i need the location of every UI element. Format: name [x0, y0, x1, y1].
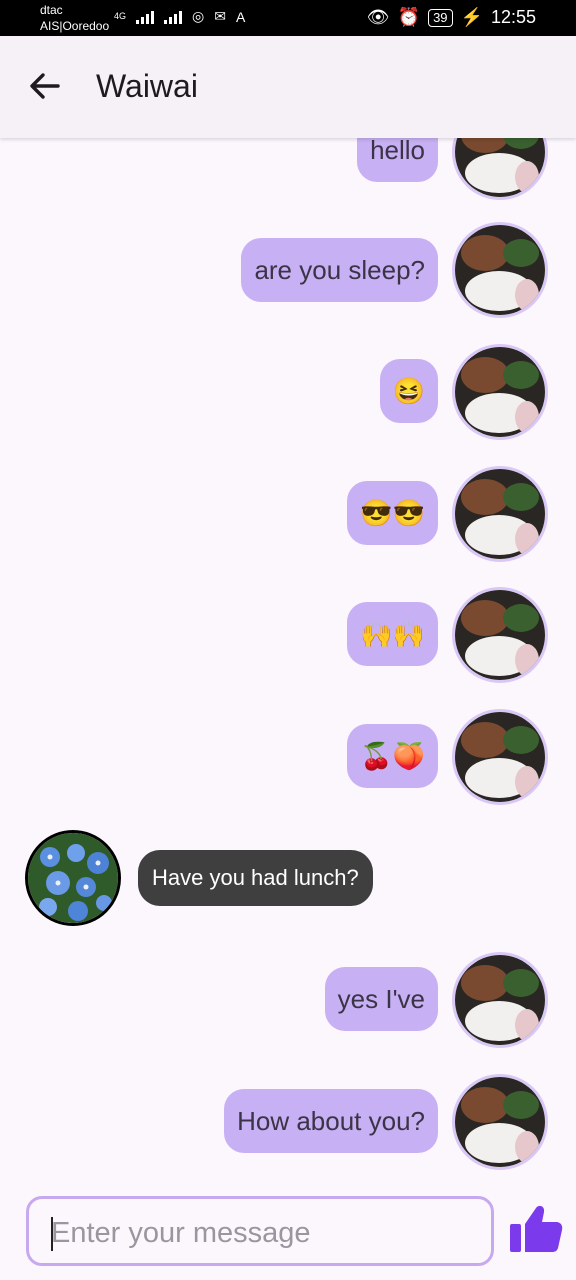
message-bubble[interactable]: 🙌🙌	[347, 602, 438, 666]
status-bar: dtac AIS|Ooredoo 4G ◎ ✉ A 👁 ⏰ 39 ⚡ 12:55	[0, 0, 576, 36]
message-input[interactable]: Enter your message	[26, 1196, 494, 1266]
message-bubble[interactable]: 🍒🍑	[347, 724, 438, 788]
message-bubble[interactable]: Have you had lunch?	[138, 850, 373, 906]
network-type: 4G	[114, 11, 127, 21]
message-row: yes I've	[0, 952, 576, 1052]
message-placeholder: Enter your message	[51, 1217, 311, 1249]
food-photo-avatar	[455, 347, 545, 437]
signal-icon-2	[164, 10, 183, 24]
message-bubble[interactable]: 😎😎	[347, 481, 438, 545]
back-button[interactable]	[26, 67, 64, 105]
food-photo-avatar	[455, 712, 545, 802]
my-avatar[interactable]	[452, 1074, 548, 1170]
message-row: 😎😎	[0, 466, 576, 566]
my-avatar[interactable]	[452, 344, 548, 440]
blue-flowers-avatar	[28, 833, 118, 923]
message-bubble[interactable]: hello	[357, 138, 438, 182]
my-avatar[interactable]	[452, 587, 548, 683]
alarm-icon: ⏰	[397, 7, 421, 27]
message-bubble[interactable]: are you sleep?	[241, 238, 438, 302]
status-icons-left: 4G ◎ ✉ A	[114, 8, 245, 25]
food-photo-avatar	[455, 1077, 545, 1167]
message-list[interactable]: hello are you sleep? 😆 😎😎 🙌🙌 🍒🍑 Have you…	[0, 138, 576, 1188]
message-row: 🍒🍑	[0, 709, 576, 809]
message-bubble[interactable]: 😆	[379, 359, 438, 423]
carrier-primary: dtac	[40, 3, 63, 17]
status-icons-right: 👁 ⏰ 39 ⚡ 12:55	[367, 7, 536, 28]
carrier-info: dtac AIS|Ooredoo	[40, 2, 109, 34]
message-row: hello	[0, 138, 576, 220]
mail-icon: ✉	[214, 8, 226, 24]
charging-icon: ⚡	[460, 7, 483, 27]
contact-avatar[interactable]	[25, 830, 121, 926]
message-bubble[interactable]: yes I've	[324, 967, 438, 1031]
food-photo-avatar	[455, 469, 545, 559]
message-row: 😆	[0, 344, 576, 444]
arrow-left-icon	[30, 73, 60, 99]
my-avatar[interactable]	[452, 138, 548, 200]
eye-icon: 👁	[366, 7, 390, 27]
food-photo-avatar	[455, 590, 545, 680]
message-bubble[interactable]: How about you?	[224, 1089, 438, 1153]
food-photo-avatar	[455, 138, 545, 197]
battery-icon: 39	[428, 8, 453, 27]
my-avatar[interactable]	[452, 952, 548, 1048]
my-avatar[interactable]	[452, 709, 548, 805]
message-row: Have you had lunch?	[0, 830, 576, 930]
chat-title: Waiwai	[96, 68, 198, 104]
signal-icon	[136, 10, 155, 24]
my-avatar[interactable]	[452, 466, 548, 562]
message-row: are you sleep?	[0, 222, 576, 322]
thumbs-up-icon	[510, 1205, 563, 1252]
send-like-button[interactable]	[508, 1204, 564, 1254]
carrier-secondary: AIS|Ooredoo	[40, 19, 110, 33]
clock: 12:55	[490, 7, 536, 27]
hotspot-icon: ◎	[192, 8, 205, 24]
app-bar: Waiwai	[0, 36, 576, 138]
my-avatar[interactable]	[452, 222, 548, 318]
message-row: How about you?	[0, 1074, 576, 1174]
message-row: 🙌🙌	[0, 587, 576, 687]
food-photo-avatar	[455, 225, 545, 315]
food-photo-avatar	[455, 955, 545, 1045]
font-icon: A	[235, 8, 246, 25]
